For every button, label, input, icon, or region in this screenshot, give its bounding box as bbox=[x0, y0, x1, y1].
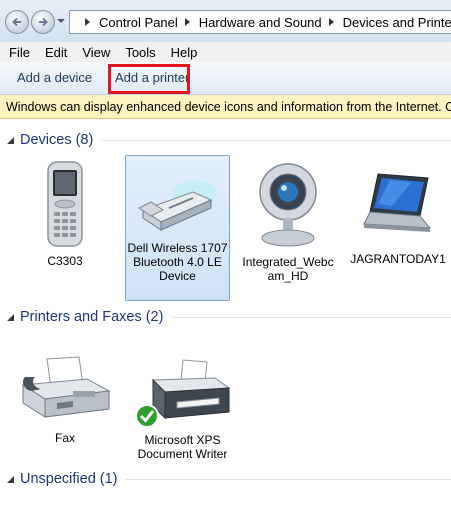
menu-edit[interactable]: Edit bbox=[45, 45, 67, 60]
device-item-jagrantoday1[interactable]: JAGRANTODAY1 bbox=[345, 170, 451, 270]
label-line: Device bbox=[159, 269, 196, 283]
group-header-printers[interactable]: Printers and Faxes (2) bbox=[6, 309, 451, 325]
forward-arrow-icon bbox=[39, 17, 48, 27]
breadcrumb-separator-icon[interactable] bbox=[85, 18, 90, 26]
label-line: Document Writer bbox=[137, 447, 228, 461]
menu-view[interactable]: View bbox=[82, 45, 110, 60]
device-item-c3303[interactable]: C3303 bbox=[22, 160, 108, 272]
menu-tools[interactable]: Tools bbox=[125, 45, 155, 60]
device-item-webcam[interactable]: Integrated_Webc am_HD bbox=[238, 160, 338, 290]
group-title-printers: Printers and Faxes (2) bbox=[20, 309, 164, 325]
breadcrumb-devices-and-printers[interactable]: Devices and Printers bbox=[343, 15, 451, 30]
group-divider bbox=[101, 139, 451, 141]
device-label: Dell Wireless 1707 Bluetooth 4.0 LE Devi… bbox=[126, 241, 229, 283]
label-line: Dell Wireless 1707 bbox=[127, 241, 228, 255]
printer-icon bbox=[134, 359, 230, 428]
collapse-chevron-icon[interactable] bbox=[6, 136, 15, 145]
label-line: Microsoft XPS bbox=[144, 433, 221, 447]
printer-item-microsoft-xps[interactable]: Microsoft XPS Document Writer bbox=[125, 358, 240, 463]
printer-item-fax[interactable]: Fax bbox=[10, 355, 120, 447]
back-button[interactable] bbox=[5, 10, 29, 34]
fax-icon bbox=[21, 356, 111, 418]
group-divider bbox=[125, 478, 451, 480]
menu-help[interactable]: Help bbox=[171, 45, 198, 60]
group-title-devices: Devices (8) bbox=[20, 132, 94, 148]
breadcrumb-control-panel[interactable]: Control Panel bbox=[99, 15, 178, 30]
breadcrumb[interactable]: Control Panel Hardware and Sound Devices… bbox=[69, 10, 451, 34]
group-divider bbox=[171, 316, 451, 318]
group-header-devices[interactable]: Devices (8) bbox=[6, 132, 451, 148]
label-line: am_HD bbox=[267, 269, 309, 283]
command-bar: Add a device Add a printer bbox=[0, 62, 451, 95]
address-bar: Control Panel Hardware and Sound Devices… bbox=[0, 0, 451, 43]
group-header-unspecified[interactable]: Unspecified (1) bbox=[6, 471, 451, 487]
device-label: C3303 bbox=[47, 254, 83, 268]
back-arrow-icon bbox=[12, 17, 21, 27]
laptop-icon bbox=[363, 173, 432, 232]
usb-adapter-icon bbox=[137, 180, 217, 231]
forward-button[interactable] bbox=[31, 10, 55, 34]
label-line: Integrated_Webc bbox=[242, 255, 334, 269]
add-printer-highlight-box bbox=[108, 64, 190, 94]
collapse-chevron-icon[interactable] bbox=[6, 313, 15, 322]
printer-label: Microsoft XPS Document Writer bbox=[125, 433, 240, 461]
breadcrumb-hardware-and-sound[interactable]: Hardware and Sound bbox=[199, 15, 322, 30]
mobile-phone-icon bbox=[47, 161, 83, 247]
group-title-unspecified: Unspecified (1) bbox=[20, 471, 118, 487]
menu-bar: File Edit View Tools Help bbox=[0, 42, 451, 62]
recent-pages-chevron-icon[interactable] bbox=[57, 17, 65, 25]
device-label: Integrated_Webc am_HD bbox=[238, 255, 338, 283]
info-bar[interactable]: Windows can display enhanced device icon… bbox=[0, 95, 451, 119]
webcam-icon bbox=[259, 163, 317, 247]
printer-label: Fax bbox=[54, 431, 75, 445]
add-device-button[interactable]: Add a device bbox=[17, 70, 92, 85]
device-label: JAGRANTODAY1 bbox=[350, 252, 446, 266]
collapse-chevron-icon[interactable] bbox=[6, 475, 15, 484]
device-item-dell-wireless[interactable]: Dell Wireless 1707 Bluetooth 4.0 LE Devi… bbox=[125, 155, 230, 301]
label-line: Bluetooth 4.0 LE bbox=[133, 255, 222, 269]
default-printer-check-icon bbox=[134, 404, 159, 428]
breadcrumb-separator-icon[interactable] bbox=[328, 18, 334, 26]
menu-file[interactable]: File bbox=[9, 45, 30, 60]
breadcrumb-separator-icon[interactable] bbox=[184, 18, 190, 26]
